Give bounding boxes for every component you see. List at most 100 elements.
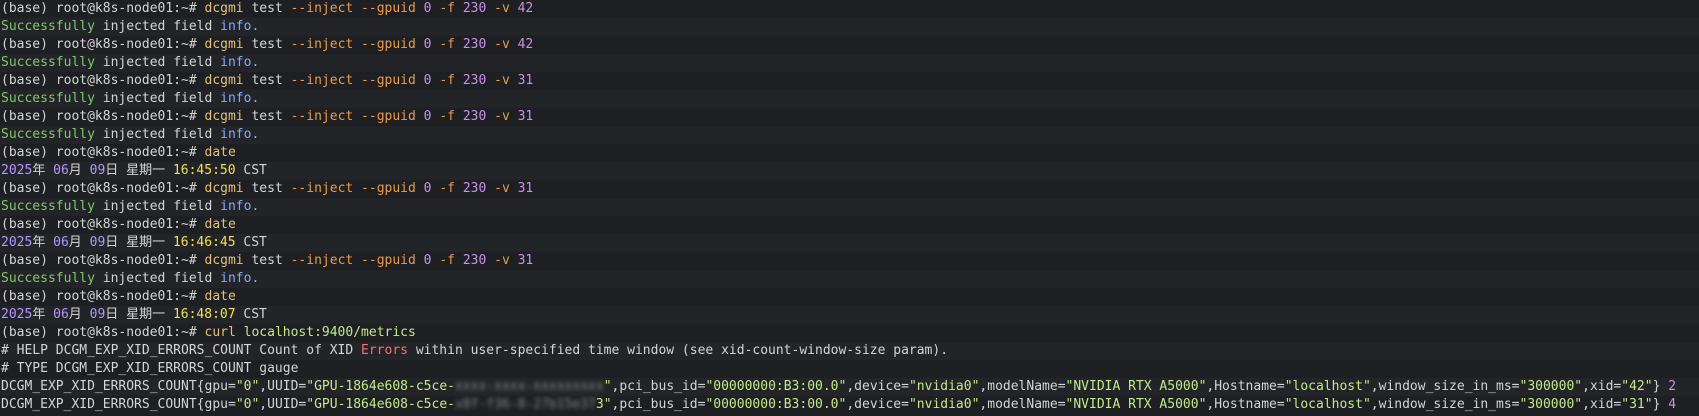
- terminal-token: info.: [220, 271, 260, 286]
- terminal-token: 230: [462, 1, 487, 16]
- terminal-token: test: [243, 253, 291, 268]
- terminal-token: (base) root@k8s-node01:~#: [1, 109, 205, 124]
- terminal-output-line: Successfully injected field info.: [0, 126, 1699, 144]
- terminal-token: localhost:9400/metrics: [243, 325, 416, 340]
- terminal-token: injected field: [94, 55, 221, 70]
- terminal-token: test: [243, 109, 291, 124]
- terminal-token: "nvidia0": [908, 397, 980, 412]
- terminal-token: ,window_size_in_ms=: [1370, 379, 1520, 394]
- terminal-output-line: Successfully injected field info.: [0, 198, 1699, 216]
- terminal-output-line: Successfully injected field info.: [0, 54, 1699, 72]
- redacted-text: xxxx-xxxx-xxxxxxxxx: [454, 379, 604, 394]
- terminal-command-line: (base) root@k8s-node01:~# dcgmi test --i…: [0, 36, 1699, 54]
- terminal-token: 日 星期一: [105, 163, 173, 178]
- terminal-token: DCGM_EXP_XID_ERRORS_COUNT{gpu=: [1, 379, 236, 394]
- terminal-token: ,modelName=: [979, 397, 1066, 412]
- terminal-token: info.: [220, 199, 260, 214]
- terminal-token: 0: [423, 109, 432, 124]
- terminal-token: 3": [595, 397, 612, 412]
- terminal-token: --inject --gpuid: [290, 109, 416, 124]
- terminal-token: 42: [517, 1, 534, 16]
- terminal-token: 年: [32, 307, 54, 322]
- terminal-command-line: (base) root@k8s-node01:~# dcgmi test --i…: [0, 108, 1699, 126]
- terminal-token: injected field: [94, 91, 221, 106]
- terminal-token: (base) root@k8s-node01:~#: [1, 289, 205, 304]
- terminal-token: "NVIDIA RTX A5000": [1065, 397, 1207, 412]
- terminal-token: injected field: [94, 127, 221, 142]
- terminal-token: "300000": [1519, 397, 1583, 412]
- terminal-token: injected field: [94, 199, 221, 214]
- terminal-token: ,UUID=: [259, 379, 307, 394]
- terminal-token: 230: [462, 73, 487, 88]
- terminal-token: date: [204, 217, 236, 232]
- terminal-token: --inject --gpuid: [290, 253, 416, 268]
- terminal-token: 230: [462, 181, 487, 196]
- terminal-token: test: [243, 37, 291, 52]
- terminal-output-line: 2025年 06月 09日 星期一 16:48:07 CST: [0, 306, 1699, 324]
- terminal-token: "GPU-1864e608-c5ce-: [306, 397, 455, 412]
- terminal-token: "42": [1621, 379, 1653, 394]
- terminal-token: 31: [517, 253, 534, 268]
- terminal-token: -f: [439, 1, 455, 16]
- terminal-output[interactable]: (base) root@k8s-node01:~# dcgmi test --i…: [0, 0, 1699, 416]
- terminal-token: "0": [235, 397, 260, 412]
- terminal-token: test: [243, 73, 291, 88]
- redacted-text: x8f-f36-8-27b15e37: [454, 397, 596, 412]
- terminal-token: ,device=: [846, 379, 909, 394]
- terminal-token: -v: [494, 181, 510, 196]
- terminal-token: (base) root@k8s-node01:~#: [1, 253, 205, 268]
- terminal-token: 2025: [1, 307, 33, 322]
- terminal-token: ,xid=: [1582, 397, 1622, 412]
- terminal-token: --inject --gpuid: [290, 181, 416, 196]
- terminal-token: 月: [68, 163, 90, 178]
- terminal-token: -f: [439, 181, 455, 196]
- terminal-token: gauge: [259, 361, 299, 376]
- terminal-token: -f: [439, 73, 455, 88]
- terminal-token: Successfully: [1, 199, 95, 214]
- terminal-token: (base) root@k8s-node01:~#: [1, 73, 205, 88]
- terminal-token: ": [603, 379, 612, 394]
- terminal-token: 06: [53, 307, 69, 322]
- terminal-token: DCGM_EXP_XID_ERRORS_COUNT{gpu=: [1, 397, 236, 412]
- terminal-token: 31: [517, 109, 534, 124]
- terminal-token: 31: [517, 73, 534, 88]
- terminal-token: dcgmi: [204, 181, 244, 196]
- terminal-command-line: (base) root@k8s-node01:~# dcgmi test --i…: [0, 72, 1699, 90]
- terminal-token: CST: [235, 235, 267, 250]
- terminal-command-line: (base) root@k8s-node01:~# date: [0, 144, 1699, 162]
- terminal-command-line: (base) root@k8s-node01:~# dcgmi test --i…: [0, 180, 1699, 198]
- terminal-token: 230: [462, 109, 487, 124]
- terminal-output-line: # HELP DCGM_EXP_XID_ERRORS_COUNT Count o…: [0, 342, 1699, 360]
- terminal-token: (base) root@k8s-node01:~#: [1, 1, 205, 16]
- terminal-token: 0: [423, 181, 432, 196]
- terminal-token: "NVIDIA RTX A5000": [1065, 379, 1207, 394]
- terminal-token: date: [204, 145, 236, 160]
- terminal-token: ,xid=: [1582, 379, 1622, 394]
- terminal-output-line: DCGM_EXP_XID_ERRORS_COUNT{gpu="0",UUID="…: [0, 378, 1699, 396]
- terminal-token: "nvidia0": [908, 379, 980, 394]
- terminal-token: dcgmi: [204, 1, 244, 16]
- terminal-output-line: 2025年 06月 09日 星期一 16:45:50 CST: [0, 162, 1699, 180]
- terminal-output-line: Successfully injected field info.: [0, 270, 1699, 288]
- terminal-token: 09: [89, 307, 106, 322]
- terminal-command-line: (base) root@k8s-node01:~# date: [0, 288, 1699, 306]
- terminal-token: 日 星期一: [105, 235, 173, 250]
- terminal-token: info.: [220, 91, 260, 106]
- terminal-token: 06: [53, 235, 69, 250]
- terminal-token: "0": [235, 379, 260, 394]
- terminal-token: -f: [439, 37, 455, 52]
- terminal-token: "GPU-1864e608-c5ce-: [306, 379, 455, 394]
- terminal-token: (base) root@k8s-node01:~#: [1, 37, 205, 52]
- terminal-token: ,UUID=: [259, 397, 307, 412]
- terminal-token: test: [243, 1, 291, 16]
- terminal-token: -v: [494, 109, 510, 124]
- terminal-token: CST: [235, 307, 267, 322]
- terminal-token: # TYPE DCGM_EXP_XID_ERRORS_COUNT: [1, 361, 260, 376]
